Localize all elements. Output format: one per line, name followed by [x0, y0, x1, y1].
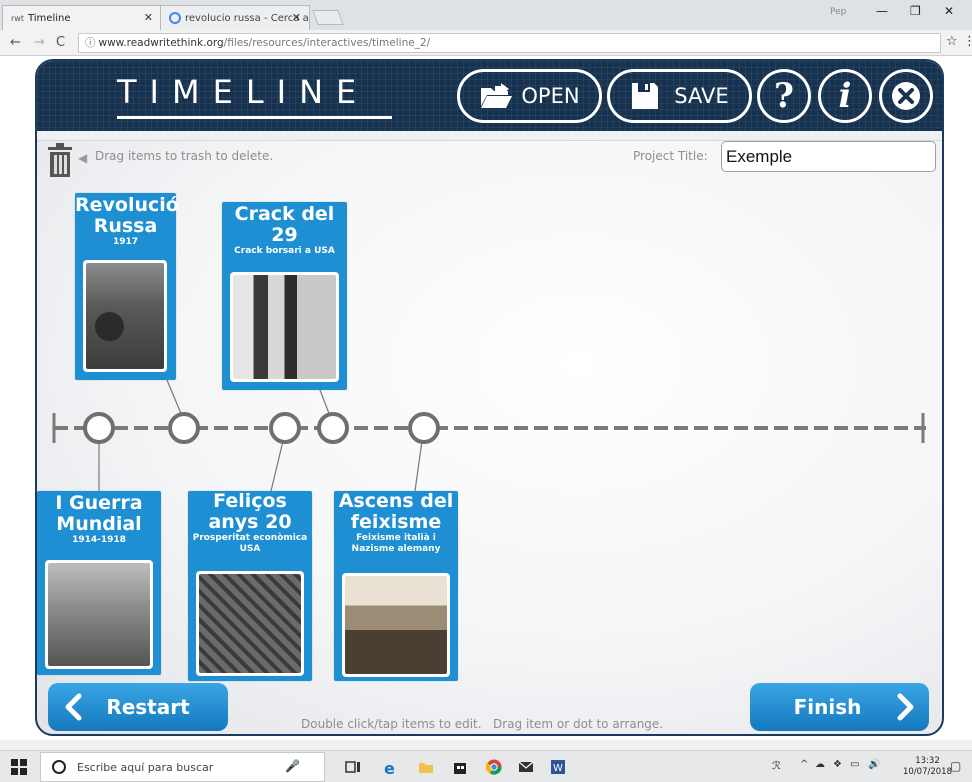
card-subtitle: Prosperitat econòmica USA [192, 532, 308, 555]
mail-icon[interactable] [518, 759, 534, 775]
connector-revolucio [166, 379, 183, 417]
timeline-dot[interactable] [168, 412, 200, 444]
close-window-icon[interactable]: ✕ [944, 4, 954, 18]
edge-icon[interactable]: e [384, 759, 400, 778]
event-card-crack[interactable]: Crack del 29 Crack borsari a USA [222, 202, 347, 390]
card-title: I Guerra Mundial [55, 492, 143, 535]
web-page: TIMELINE OPEN SAVE ? i ◀ Drag items to t… [0, 56, 972, 740]
url-field[interactable]: ⓘ www.readwritethink.org/files/resources/… [78, 33, 941, 53]
clock-date: 10/07/2018 [903, 767, 952, 777]
connector-crack [319, 389, 331, 417]
network-icon[interactable]: ▭ [850, 759, 866, 775]
store-icon[interactable] [452, 759, 468, 775]
tab-google-search[interactable]: revolucio russa - Cerca a ✕ [160, 5, 310, 30]
connector-felicos [270, 440, 284, 492]
people-icon[interactable]: ℛ [772, 759, 788, 775]
restart-button[interactable]: Restart [48, 683, 228, 731]
photo-guerra [48, 563, 150, 666]
card-photo [342, 573, 450, 677]
card-subtitle: 1914-1918 [72, 534, 126, 545]
event-card-revolucio[interactable]: Revolució Russa 1917 [75, 193, 179, 380]
url-path: /files/resources/interactives/timeline_2… [223, 37, 431, 49]
card-photo [196, 571, 304, 676]
dropbox-icon[interactable]: ❖ [833, 759, 849, 775]
chrome-icon[interactable] [486, 759, 502, 775]
taskbar-search-box[interactable]: Escribe aquí para buscar [40, 752, 325, 782]
card-subtitle: Feixisme italià i Nazisme alemany [351, 532, 441, 555]
timeline-app: TIMELINE OPEN SAVE ? i ◀ Drag items to t… [35, 59, 944, 736]
finish-button[interactable]: Finish [750, 683, 929, 731]
google-favicon-icon [169, 12, 181, 24]
search-placeholder: Escribe aquí para buscar [77, 760, 214, 774]
connector-ascens [414, 440, 423, 492]
card-photo [45, 560, 153, 669]
card-title: Revolució Russa [75, 194, 179, 237]
finish-label: Finish [793, 695, 862, 719]
task-view-icon[interactable] [345, 759, 361, 775]
chevron-up-icon[interactable]: ^ [800, 759, 816, 775]
url-host: www.readwritethink.org [98, 37, 224, 49]
close-tab-icon[interactable]: ✕ [144, 11, 153, 24]
menu-dots-icon[interactable]: ⋮ [963, 34, 972, 49]
action-center-icon[interactable]: ▢ [950, 759, 966, 775]
horizontal-scrollbar[interactable] [0, 740, 972, 750]
restore-icon[interactable]: ❐ [910, 4, 921, 18]
card-photo [83, 260, 167, 372]
timeline-canvas [52, 379, 926, 492]
word-icon[interactable]: W [550, 759, 566, 775]
new-tab-button[interactable] [312, 10, 344, 25]
card-subtitle: 1917 [112, 236, 139, 247]
card-title: Crack del 29 [234, 203, 335, 246]
timeline-dot[interactable] [269, 412, 301, 444]
card-photo [230, 272, 339, 382]
clock-time: 13:32 [915, 756, 940, 766]
file-explorer-icon[interactable] [418, 759, 434, 775]
address-bar-row: ← → C ⓘ www.readwritethink.org/files/reso… [0, 30, 972, 56]
timeline-dot[interactable] [408, 412, 440, 444]
tab-timeline[interactable]: rwt Timeline ✕ [2, 5, 162, 30]
minimize-icon[interactable]: — [876, 4, 888, 18]
windows-start-icon[interactable] [11, 759, 27, 775]
info-icon[interactable]: ⓘ [85, 37, 96, 49]
reload-icon[interactable]: C [56, 35, 65, 50]
event-card-guerra[interactable]: I Guerra Mundial 1914-1918 [37, 491, 161, 675]
browser-tab-bar: rwt Timeline ✕ revolucio russa - Cerca a… [0, 0, 972, 30]
timeline-dot[interactable] [317, 412, 349, 444]
bookmark-star-icon[interactable]: ☆ [946, 34, 958, 49]
tab-title: revolucio russa - Cerca a [185, 12, 309, 24]
svg-text:W: W [553, 763, 563, 774]
close-tab-icon[interactable]: ✕ [292, 11, 301, 24]
photo-ascens [345, 576, 447, 674]
card-subtitle: Crack borsari a USA [234, 245, 335, 256]
rwt-favicon-icon: rwt [11, 13, 24, 23]
microphone-icon[interactable]: 🎤 [285, 759, 301, 775]
back-arrow-icon[interactable]: ← [10, 35, 21, 50]
chevron-left-icon [65, 693, 82, 721]
restart-label: Restart [106, 695, 190, 719]
profile-name[interactable]: Pep [830, 7, 846, 17]
windows-taskbar: Escribe aquí para buscar 🎤 e W ℛ ^ ☁ ❖ ▭… [0, 750, 972, 782]
photo-crack [233, 275, 336, 379]
chevron-right-icon [897, 693, 914, 721]
forward-arrow-icon[interactable]: → [34, 35, 45, 50]
card-title: Feliços anys 20 [208, 490, 292, 533]
cortana-icon [52, 760, 66, 774]
onedrive-icon[interactable]: ☁ [815, 759, 831, 775]
bottom-hint: Double click/tap items to edit. Drag ite… [301, 717, 664, 731]
event-card-ascens[interactable]: Ascens del feixisme Feixisme italià i Na… [334, 491, 458, 681]
card-title: Ascens del feixisme [338, 490, 454, 533]
photo-felicos [199, 574, 301, 673]
tab-title: Timeline [27, 12, 71, 24]
photo-revolucio [86, 263, 164, 369]
event-card-felicos[interactable]: Feliços anys 20 Prosperitat econòmica US… [188, 491, 312, 681]
timeline-dot[interactable] [83, 412, 115, 444]
clock[interactable]: 13:32 10/07/2018 [903, 756, 952, 778]
volume-icon[interactable]: 🔊 [868, 759, 884, 775]
